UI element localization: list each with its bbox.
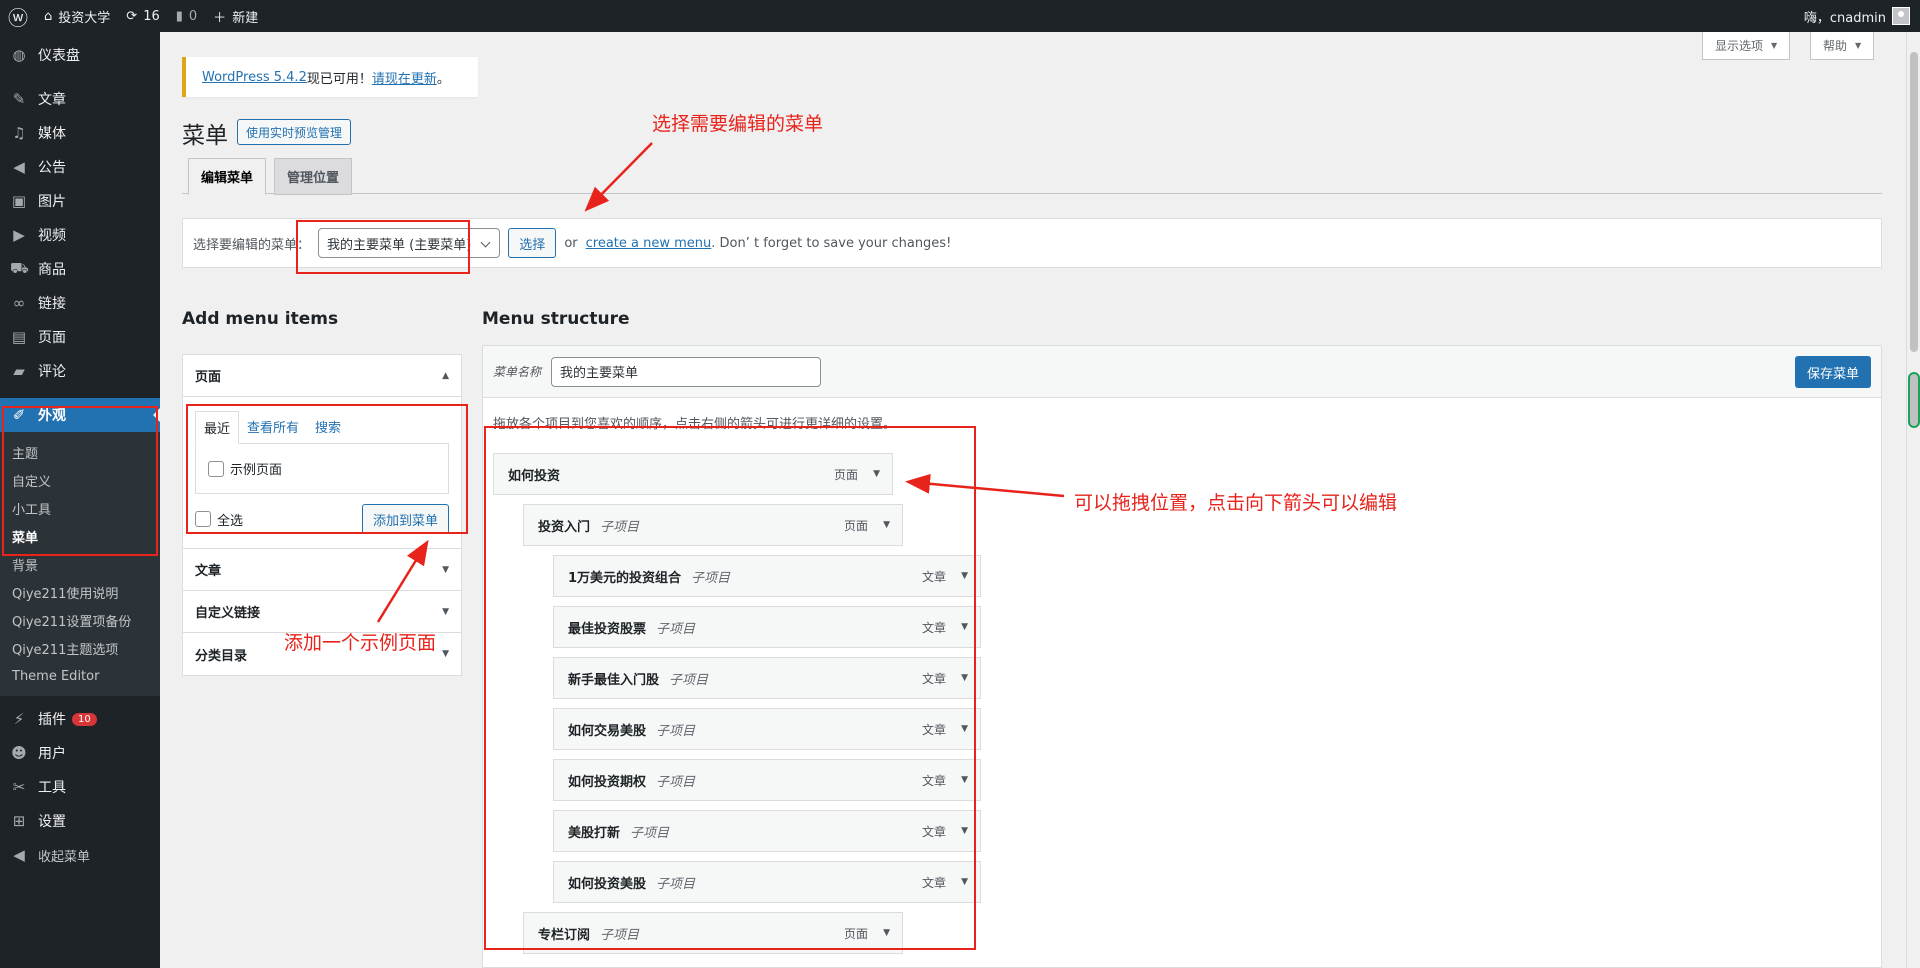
sidebar-item-tools[interactable]: ✂ 工具 — [0, 770, 160, 804]
sidebar-item-users[interactable]: ☻ 用户 — [0, 736, 160, 770]
comment-icon: ▰ — [13, 362, 25, 380]
live-preview-button[interactable]: 使用实时预览管理 — [237, 119, 352, 145]
add-menu-items-heading: Add menu items — [182, 309, 339, 329]
annotation-add-page: 添加一个示例页面 — [284, 632, 437, 654]
submenu-qiye-backup[interactable]: Qiye211设置项备份 — [0, 606, 160, 634]
caret-down-icon: ▼ — [1771, 41, 1778, 50]
annotation-box-add-page — [186, 404, 468, 534]
annotation-box-structure — [484, 426, 976, 950]
page-scrollbar[interactable] — [1906, 32, 1920, 968]
video-icon: ▶ — [13, 226, 25, 244]
menu-name-input[interactable]: 我的主要菜单 — [551, 356, 822, 387]
megaphone-icon: ◀ — [13, 158, 25, 176]
caret-up-icon: ▲ — [442, 370, 449, 381]
cart-icon: ⛟ — [10, 259, 29, 277]
save-menu-button[interactable]: 保存菜单 — [1794, 356, 1871, 388]
updates-link[interactable]: ⟳ 16 — [118, 0, 167, 32]
pages-accordion-header[interactable]: 页面 ▲ — [183, 355, 461, 397]
screen-options-button[interactable]: 显示选项 ▼ — [1702, 32, 1791, 60]
create-new-menu-link[interactable]: create a new menu — [586, 236, 712, 251]
manage-tail-text: . Don’ t forget to save your changes! — [711, 235, 952, 251]
sidebar-item-links[interactable]: ∞ 链接 — [0, 286, 160, 320]
plugin-update-badge: 10 — [72, 712, 97, 726]
sidebar-item-images[interactable]: ▣ 图片 — [0, 184, 160, 218]
help-button[interactable]: 帮助 ▼ — [1810, 32, 1875, 60]
select-menu-button[interactable]: 选择 — [508, 228, 557, 258]
wordpress-version-link[interactable]: WordPress 5.4.2 — [202, 70, 307, 85]
update-notice: WordPress 5.4.2 现已可用！ 请现在更新 。 — [182, 57, 478, 97]
comment-bubble-icon: ▮ — [175, 8, 183, 24]
custom-links-accordion-header[interactable]: 自定义链接 ▼ — [183, 591, 461, 633]
avatar — [1892, 7, 1910, 25]
submenu-theme-editor[interactable]: Theme Editor — [0, 662, 160, 690]
tab-edit-menus[interactable]: 编辑菜单 — [188, 158, 267, 195]
annotation-select-menu: 选择需要编辑的菜单 — [652, 113, 824, 135]
link-icon: ∞ — [12, 294, 26, 312]
submenu-qiye-options[interactable]: Qiye211主题选项 — [0, 634, 160, 662]
settings-icon: ⊞ — [12, 812, 26, 830]
tab-manage-locations[interactable]: 管理位置 — [274, 158, 353, 195]
menu-structure-heading: Menu structure — [482, 309, 630, 329]
plus-icon: ＋ — [213, 10, 227, 26]
annotation-box-appearance — [2, 406, 158, 556]
page-title: 菜单 — [182, 123, 228, 149]
comments-link[interactable]: ▮ 0 — [168, 0, 205, 32]
sidebar-item-announcements[interactable]: ◀ 公告 — [0, 150, 160, 184]
menu-name-label: 菜单名称 — [493, 365, 542, 379]
sidebar-item-dashboard[interactable]: ◍ 仪表盘 — [0, 38, 160, 72]
sidebar-item-media[interactable]: ♫ 媒体 — [0, 116, 160, 150]
caret-down-icon: ▼ — [1855, 41, 1862, 50]
collapse-icon: ◀ — [13, 846, 25, 864]
wrench-icon: ✂ — [12, 778, 26, 796]
select-menu-label: 选择要编辑的菜单： — [193, 237, 311, 253]
pin-icon: ✎ — [12, 90, 26, 108]
account-menu[interactable]: 嗨，cnadmin — [1804, 0, 1920, 32]
site-name-link[interactable]: ⌂ 投资大学 — [36, 0, 118, 32]
sidebar-item-pages[interactable]: ▤ 页面 — [0, 320, 160, 354]
new-content-link[interactable]: ＋ 新建 — [205, 0, 266, 32]
sidebar-item-posts[interactable]: ✎ 文章 — [0, 82, 160, 116]
sidebar-item-videos[interactable]: ▶ 视频 — [0, 218, 160, 252]
menu-header: 菜单名称 我的主要菜单 保存菜单 — [483, 346, 1881, 398]
scrollbar-knob[interactable] — [1908, 372, 1920, 428]
annotation-box-select — [296, 220, 470, 274]
admin-bar: ⓦ ⌂ 投资大学 ⟳ 16 ▮ 0 ＋ 新建 嗨，cnadmin — [0, 0, 1920, 32]
page-icon: ▤ — [11, 328, 27, 346]
update-now-link[interactable]: 请现在更新 — [372, 68, 437, 87]
sidebar-item-settings[interactable]: ⊞ 设置 — [0, 804, 160, 838]
home-icon: ⌂ — [44, 8, 53, 24]
refresh-icon: ⟳ — [126, 8, 138, 24]
posts-accordion-header[interactable]: 文章 ▼ — [183, 549, 461, 591]
dashboard-icon: ◍ — [12, 46, 26, 64]
wordpress-logo-icon[interactable]: ⓦ — [0, 0, 36, 32]
plugin-icon: ⚡ — [13, 710, 25, 728]
user-icon: ☻ — [11, 744, 27, 762]
sidebar-item-plugins[interactable]: ⚡ 插件 10 — [0, 702, 160, 736]
annotation-drag-edit: 可以拖拽位置，点击向下箭头可以编辑 — [1074, 492, 1398, 514]
sidebar-item-products[interactable]: ⛟ 商品 — [0, 252, 160, 286]
caret-down-icon: ▼ — [442, 606, 449, 617]
media-icon: ♫ — [12, 124, 26, 142]
sidebar-item-collapse[interactable]: ◀ 收起菜单 — [0, 838, 160, 872]
nav-tabs: 编辑菜单 管理位置 — [182, 158, 1882, 195]
caret-down-icon: ▼ — [442, 649, 449, 659]
sidebar-item-comments[interactable]: ▰ 评论 — [0, 354, 160, 388]
image-icon: ▣ — [11, 192, 27, 210]
scrollbar-thumb[interactable] — [1910, 52, 1918, 352]
caret-down-icon: ▼ — [442, 564, 449, 575]
submenu-qiye-instructions[interactable]: Qiye211使用说明 — [0, 578, 160, 606]
